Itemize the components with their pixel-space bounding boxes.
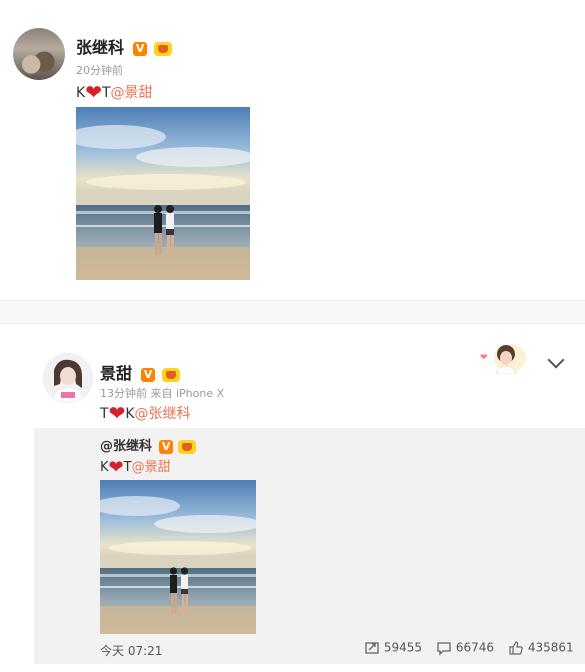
author-name[interactable]: 张继科 <box>76 38 124 57</box>
repost-photo[interactable] <box>100 480 256 634</box>
heart-icon: ❤ <box>85 80 102 104</box>
comment-icon <box>437 642 451 656</box>
repost-text: K❤T@景甜 <box>100 457 171 478</box>
thumbs-up-icon <box>509 641 523 655</box>
repost-count-button[interactable]: 59455 <box>364 640 422 656</box>
chevron-down-icon[interactable] <box>547 351 565 369</box>
verified-v-icon: V <box>141 367 156 382</box>
repost-date[interactable]: 今天 07:21 <box>100 642 162 659</box>
mention-link[interactable]: @景甜 <box>132 460 171 475</box>
comment-count-button[interactable]: 66746 <box>436 640 494 656</box>
like-count-button[interactable]: 435861 <box>508 640 574 656</box>
card-decoration-sticker[interactable]: ❤ <box>476 340 532 375</box>
vip-crown-icon[interactable] <box>154 41 173 56</box>
post-text: T❤K@张继科 <box>100 401 191 425</box>
feed-separator <box>0 300 585 324</box>
verified-v-icon: V <box>133 41 148 56</box>
svg-text:❤: ❤ <box>480 353 488 363</box>
post1-header: 张继科 V <box>76 34 173 58</box>
post-text: K❤T@景甜 <box>76 80 153 104</box>
post-photo[interactable] <box>76 107 250 280</box>
heart-icon: ❤ <box>108 457 124 478</box>
comment-count: 66746 <box>455 640 495 655</box>
post-time-source[interactable]: 13分钟前 来自 iPhone X <box>100 385 224 401</box>
post-time[interactable]: 20分钟前 <box>76 62 123 78</box>
repost-header: @张继科 V <box>100 435 197 454</box>
repost-author-mention[interactable]: @张继科 <box>100 439 152 454</box>
heart-icon: ❤ <box>108 401 126 425</box>
author-name[interactable]: 景甜 <box>100 364 132 383</box>
repost-count: 59455 <box>383 640 423 655</box>
avatar[interactable] <box>44 354 92 402</box>
verified-v-icon: V <box>159 439 174 454</box>
vip-crown-icon[interactable] <box>162 367 181 382</box>
mention-link[interactable]: @景甜 <box>111 85 153 101</box>
like-count: 435861 <box>527 640 574 655</box>
post2-header: 景甜 V <box>100 360 181 384</box>
vip-crown-icon[interactable] <box>178 439 197 454</box>
avatar[interactable] <box>13 28 65 80</box>
repost-icon <box>365 642 379 654</box>
mention-link[interactable]: @张继科 <box>135 406 191 422</box>
